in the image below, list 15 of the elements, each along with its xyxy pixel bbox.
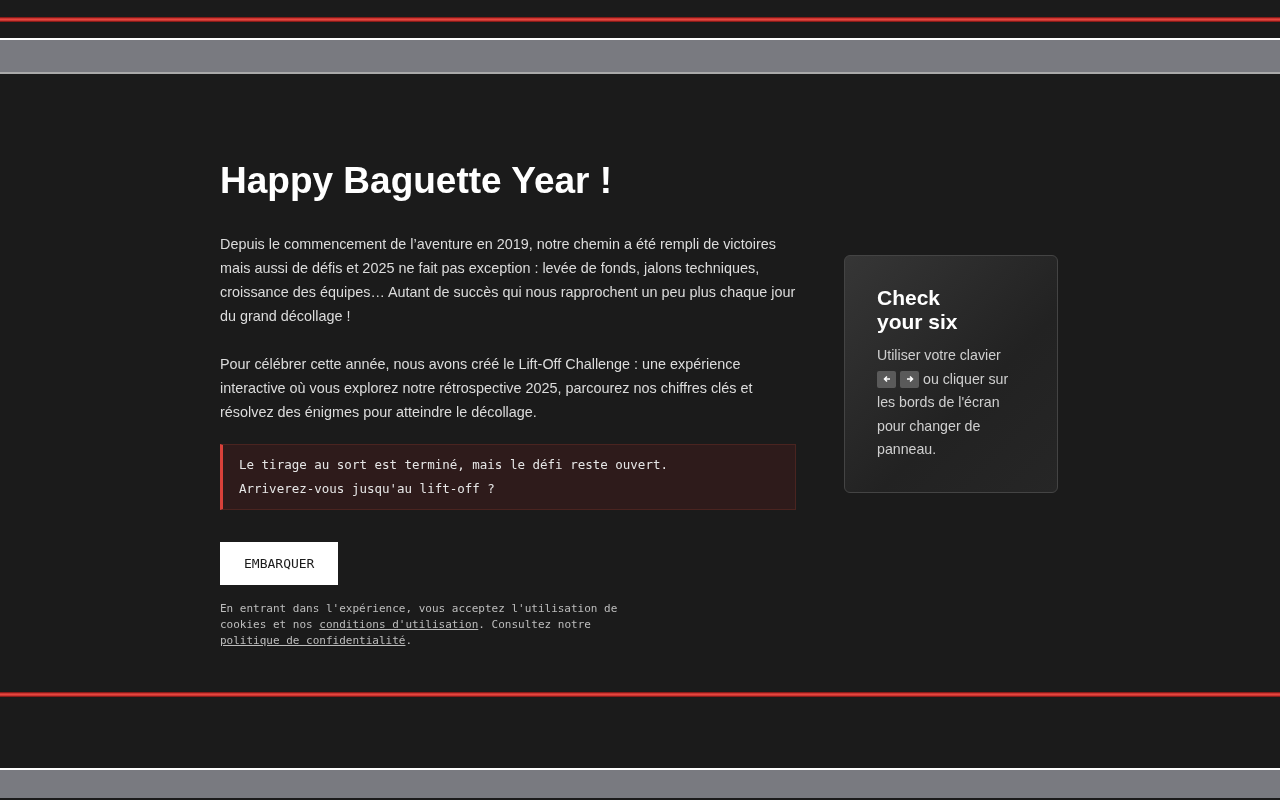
terms-link[interactable]: conditions d'utilisation [319,618,479,631]
notice-text: Arriverez-vous jusqu'au lift-off ? [239,480,496,498]
consent-text: En entrant dans l'expérience, vous acceptez l'utilisation de cookies et nos conditions d'utilisation. Consultez notre politique de confidentialité. [220,601,619,649]
embarquer-button[interactable]: EMBARQUER [220,542,339,585]
page-title: Happy Baguette Year ! [220,160,614,202]
body-paragraph: Depuis le commencement de l’aventure en 2019, notre chemin a été rempli de victoires mais aussi de défis et 2025 ne fait pas exception : levée de fonds, jalons techniques, croissance des équipes… Autant de succès qui nous rapprochent un peu plus chaque jour du grand décollage ! [220,235,796,326]
hint-text: ou cliquer sur [923,369,1009,389]
card-title: Check your six [877,286,959,334]
notice-text: Le tirage au sort est terminé, mais le défi reste ouvert. [239,456,669,474]
body-paragraph: Pour célébrer cette année, nous avons créé le Lift-Off Challenge : une expérience interactive où vous explorez notre rétrospective 2025, parcourez nos chiffres clés et résolvez des énigmes pour atteindre le décollage. [220,355,754,422]
left-arrow-key-icon [877,370,896,388]
hint-text: Utiliser votre clavier [877,346,1002,365]
right-arrow-key-icon [900,370,919,388]
hint-text: les bords de l'écran pour changer de panneau. [877,393,1001,459]
privacy-link[interactable]: politique de confidentialité [220,634,406,647]
